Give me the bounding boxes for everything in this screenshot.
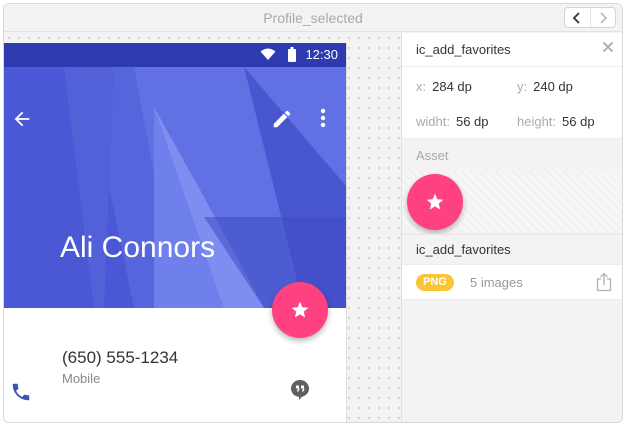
format-badge[interactable]: PNG bbox=[416, 274, 454, 291]
contact-name: Ali Connors bbox=[60, 231, 216, 264]
metric-width-label: widht: bbox=[416, 114, 450, 129]
title-bar: Profile_selected bbox=[4, 4, 622, 32]
contact-phone-number: (650) 555-1234 bbox=[62, 348, 179, 367]
battery-icon bbox=[288, 47, 296, 62]
metric-width: widht: 56 dp bbox=[416, 114, 489, 129]
metric-x-value: 284 dp bbox=[432, 79, 472, 94]
contact-phone-label: Mobile bbox=[62, 371, 101, 386]
inspector-panel: ic_add_favorites x: 284 dp y: 240 dp widht… bbox=[401, 33, 622, 422]
status-bar: 12:30 bbox=[4, 43, 346, 67]
metric-height: height: 56 dp bbox=[517, 114, 595, 129]
next-button[interactable] bbox=[589, 8, 616, 27]
profile-header: Ali Connors bbox=[4, 67, 346, 308]
inspector-header: ic_add_favorites bbox=[402, 33, 622, 67]
metric-height-value: 56 dp bbox=[562, 114, 595, 129]
star-icon bbox=[426, 193, 444, 210]
window-title: Profile_selected bbox=[263, 10, 363, 26]
asset-file-name: ic_add_favorites bbox=[416, 242, 511, 257]
image-count: 5 images bbox=[470, 275, 523, 290]
asset-file-row: ic_add_favorites bbox=[402, 234, 622, 264]
chevron-left-icon bbox=[572, 11, 580, 24]
header-background bbox=[4, 67, 346, 308]
chat-icon[interactable] bbox=[290, 379, 310, 401]
metric-height-label: height: bbox=[517, 114, 557, 129]
design-canvas[interactable]: 12:30 Ali Connors (650) 555-1234 Mobile bbox=[4, 33, 401, 422]
phone-contact-row[interactable]: (650) 555-1234 Mobile bbox=[4, 343, 346, 413]
selected-asset-name: ic_add_favorites bbox=[416, 42, 511, 57]
asset-preview-fab bbox=[407, 174, 463, 230]
close-icon[interactable] bbox=[602, 41, 614, 53]
wifi-icon bbox=[260, 48, 276, 60]
phone-icon[interactable] bbox=[10, 381, 32, 403]
asset-heading: Asset bbox=[416, 148, 449, 163]
arrow-back-icon[interactable] bbox=[11, 108, 33, 130]
export-row: PNG 5 images bbox=[402, 264, 622, 300]
metric-y-value: 240 dp bbox=[533, 79, 573, 94]
chevron-right-icon bbox=[600, 11, 608, 24]
share-export-icon[interactable] bbox=[596, 272, 612, 292]
status-time: 12:30 bbox=[305, 47, 338, 62]
metric-x-label: x: bbox=[416, 79, 427, 94]
metric-y-label: y: bbox=[517, 79, 528, 94]
navigation-buttons bbox=[564, 7, 616, 28]
edit-icon[interactable] bbox=[271, 108, 293, 130]
metric-width-value: 56 dp bbox=[455, 114, 489, 129]
previous-button[interactable] bbox=[565, 8, 590, 27]
add-favorite-fab[interactable] bbox=[272, 282, 328, 338]
app-window: Profile_selected 12:30 Ali Connors (650)… bbox=[3, 3, 623, 423]
star-icon bbox=[291, 301, 309, 318]
phone-screen: 12:30 Ali Connors (650) 555-1234 Mobile bbox=[4, 43, 347, 422]
metric-x: x: 284 dp bbox=[416, 79, 472, 94]
more-vert-icon[interactable] bbox=[320, 108, 326, 128]
metric-y: y: 240 dp bbox=[517, 79, 573, 94]
asset-preview[interactable] bbox=[402, 171, 622, 231]
position-size-metrics: x: 284 dp y: 240 dp widht: 56 dp height: 56 … bbox=[402, 67, 622, 139]
